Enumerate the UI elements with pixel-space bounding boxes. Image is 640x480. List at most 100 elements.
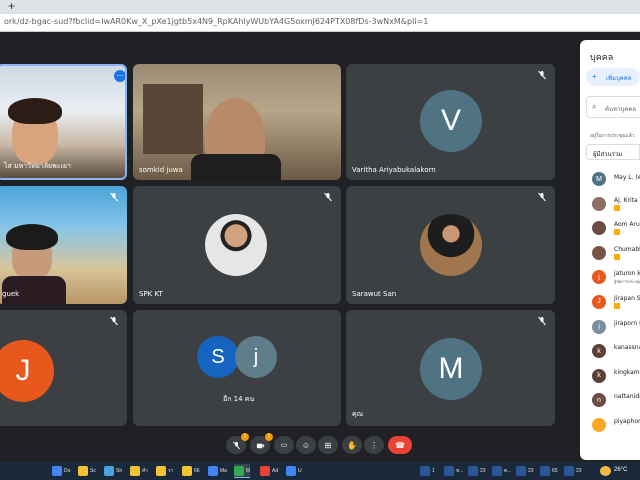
address-bar[interactable]: ork/dz-bgac-sud?fbclid=IwAR0Kw_X_pXe1jgt… [0,14,640,32]
taskbar-item-label: 23 [480,468,486,474]
meeting-stage: ⋯ ไส มหาวิทยาลัยพะเยา somkid juwa V Vari… [0,32,640,462]
present-icon: ⊞ [324,440,332,450]
participant-avatar: n [592,393,606,408]
host-badge-icon [614,253,620,260]
taskbar-item[interactable]: Ma [208,464,227,478]
participant-avatar: k [592,344,606,359]
taskbar-word-item[interactable]: 23 [564,464,582,478]
participant-name: ไส มหาวิทยาลัยพะเยา [4,162,71,170]
taskbar-item[interactable]: Do [52,464,70,478]
taskbar-item[interactable]: สำ [130,464,148,478]
app-icon [234,465,244,476]
participant-name: Varitha Ariyabukalakorn [352,166,436,174]
hand-icon: ✋ [347,440,357,450]
bookshelf [143,84,203,154]
participant-avatar [592,221,606,236]
url-text: ork/dz-bgac-sud?fbclid=IwAR0Kw_X_pXe1jgt… [4,17,429,26]
participant-row[interactable]: j jaturon k ผู้จัดการประชุม [580,264,640,289]
app-icon [208,466,218,476]
video-tile-8[interactable]: S j อีก 14 คน [133,310,341,426]
host-badge-icon [614,302,620,309]
participant-name: Chumabl [614,245,640,253]
search-people-input[interactable]: ⌕ ค้นหาบุคคล [586,96,640,118]
leave-call-button[interactable]: ☎ [388,436,412,454]
participant-row[interactable]: Aom Arun [580,215,640,240]
taskbar-item-label: 23 [576,468,582,474]
word-icon [516,466,526,476]
participant-row[interactable]: k kingkamo [580,363,640,388]
video-tile-6[interactable]: Sarawut San [346,186,555,304]
participant-name: guek [2,290,20,298]
video-tile-3[interactable]: V Varitha Ariyabukalakorn [346,64,555,180]
participant-avatar [592,417,606,432]
taskbar-item-label: 65 [552,468,558,474]
more-options-button[interactable]: ⋮ [364,436,384,454]
participant-avatar: V [420,90,482,152]
more-vert-icon: ⋮ [370,440,378,450]
participants-header[interactable]: ผู้มีส่วนร่วม [586,144,640,160]
section-label: อยู่ในการประชุมแล้ว [590,133,635,139]
taskbar-item-label: ต... [504,468,512,474]
participant-avatar: J [0,340,54,402]
microphone-off-icon [538,192,546,202]
taskbar-item-label: Sc [90,468,96,474]
add-person-icon: + [592,72,597,81]
participant-row[interactable]: Chumabl [580,240,640,265]
participant-name: somkid juwa [139,166,183,174]
taskbar-item[interactable]: รา [156,464,174,478]
raise-hand-button[interactable]: ✋ [342,436,362,454]
video-tile-5[interactable]: SPK KT [133,186,341,304]
add-people-label: เพิ่มบุคคล [606,76,632,82]
participant-row[interactable]: J Jirapan S [580,289,640,314]
video-tile-1[interactable]: ⋯ ไส มหาวิทยาลัยพะเยา [0,64,127,180]
taskbar-item[interactable]: U [286,464,302,478]
taskbar-word-item[interactable]: 23 [516,464,534,478]
taskbar-item[interactable]: Ad [260,464,278,478]
word-icon [444,466,454,476]
taskbar-word-item[interactable]: ต... [492,464,511,478]
taskbar-item-label: Do [64,468,71,474]
video-tile-9[interactable]: M คุณ [346,310,555,426]
taskbar-word-item[interactable]: 65 [540,464,558,478]
camera-button[interactable]: ! [250,433,273,454]
participant-name: piyaphon [614,417,640,425]
taskbar-word-item[interactable]: 23 [468,464,486,478]
taskbar-item[interactable]: Sh [104,464,122,478]
video-tile-2[interactable]: somkid juwa [133,64,341,180]
participant-avatar: j [592,319,606,334]
microphone-button[interactable]: ! [226,433,249,454]
captions-button[interactable]: ▭ [274,436,294,454]
taskbar-item[interactable]: Sc [78,464,96,478]
word-icon [564,466,574,476]
app-icon [260,466,270,476]
participant-name: kingkamo [614,368,640,376]
participant-avatar: M [592,172,606,186]
new-tab-button[interactable]: + [8,0,15,13]
video-tile-4[interactable]: guek [0,186,127,304]
taskbar-item-label: 1 [432,468,435,474]
more-options-icon[interactable]: ⋯ [114,70,125,82]
participant-row[interactable]: Aj. Krita T [580,191,640,216]
participant-name: คุณ [352,410,364,418]
windows-taskbar: 26°C Do Sc Sh สำ รา 66 Ma M Ad U 1 ห... 23 ต... 23 65 23 [0,462,640,480]
participant-name: Sarawut San [352,290,397,298]
app-icon [286,466,296,476]
participant-row[interactable]: j jiraporn s [580,314,640,339]
microphone-off-icon [110,192,118,202]
participant-row[interactable]: n nattanida [580,387,640,412]
taskbar-item[interactable]: 66 [182,464,200,478]
taskbar-word-item[interactable]: ห... [444,464,463,478]
present-button[interactable]: ⊞ [318,436,338,454]
participant-row[interactable]: M May L. (คุณ) [580,166,640,191]
emoji-button[interactable]: ☺ [296,436,316,454]
taskbar-word-item[interactable]: 1 [420,464,435,478]
participant-row[interactable]: piyaphon [580,412,640,437]
participant-row[interactable]: k kanassna [580,338,640,363]
add-people-button[interactable]: + เพิ่มบุคคล [586,68,640,86]
microphone-off-icon [110,316,118,326]
taskbar-item[interactable]: M [234,464,251,478]
video-tile-7[interactable]: J [0,310,127,426]
people-panel: บุคคล + เพิ่มบุคคล ⌕ ค้นหาบุคคล อยู่ในกา… [580,40,640,460]
participant-avatar [592,245,606,260]
host-badge-icon [614,229,620,236]
